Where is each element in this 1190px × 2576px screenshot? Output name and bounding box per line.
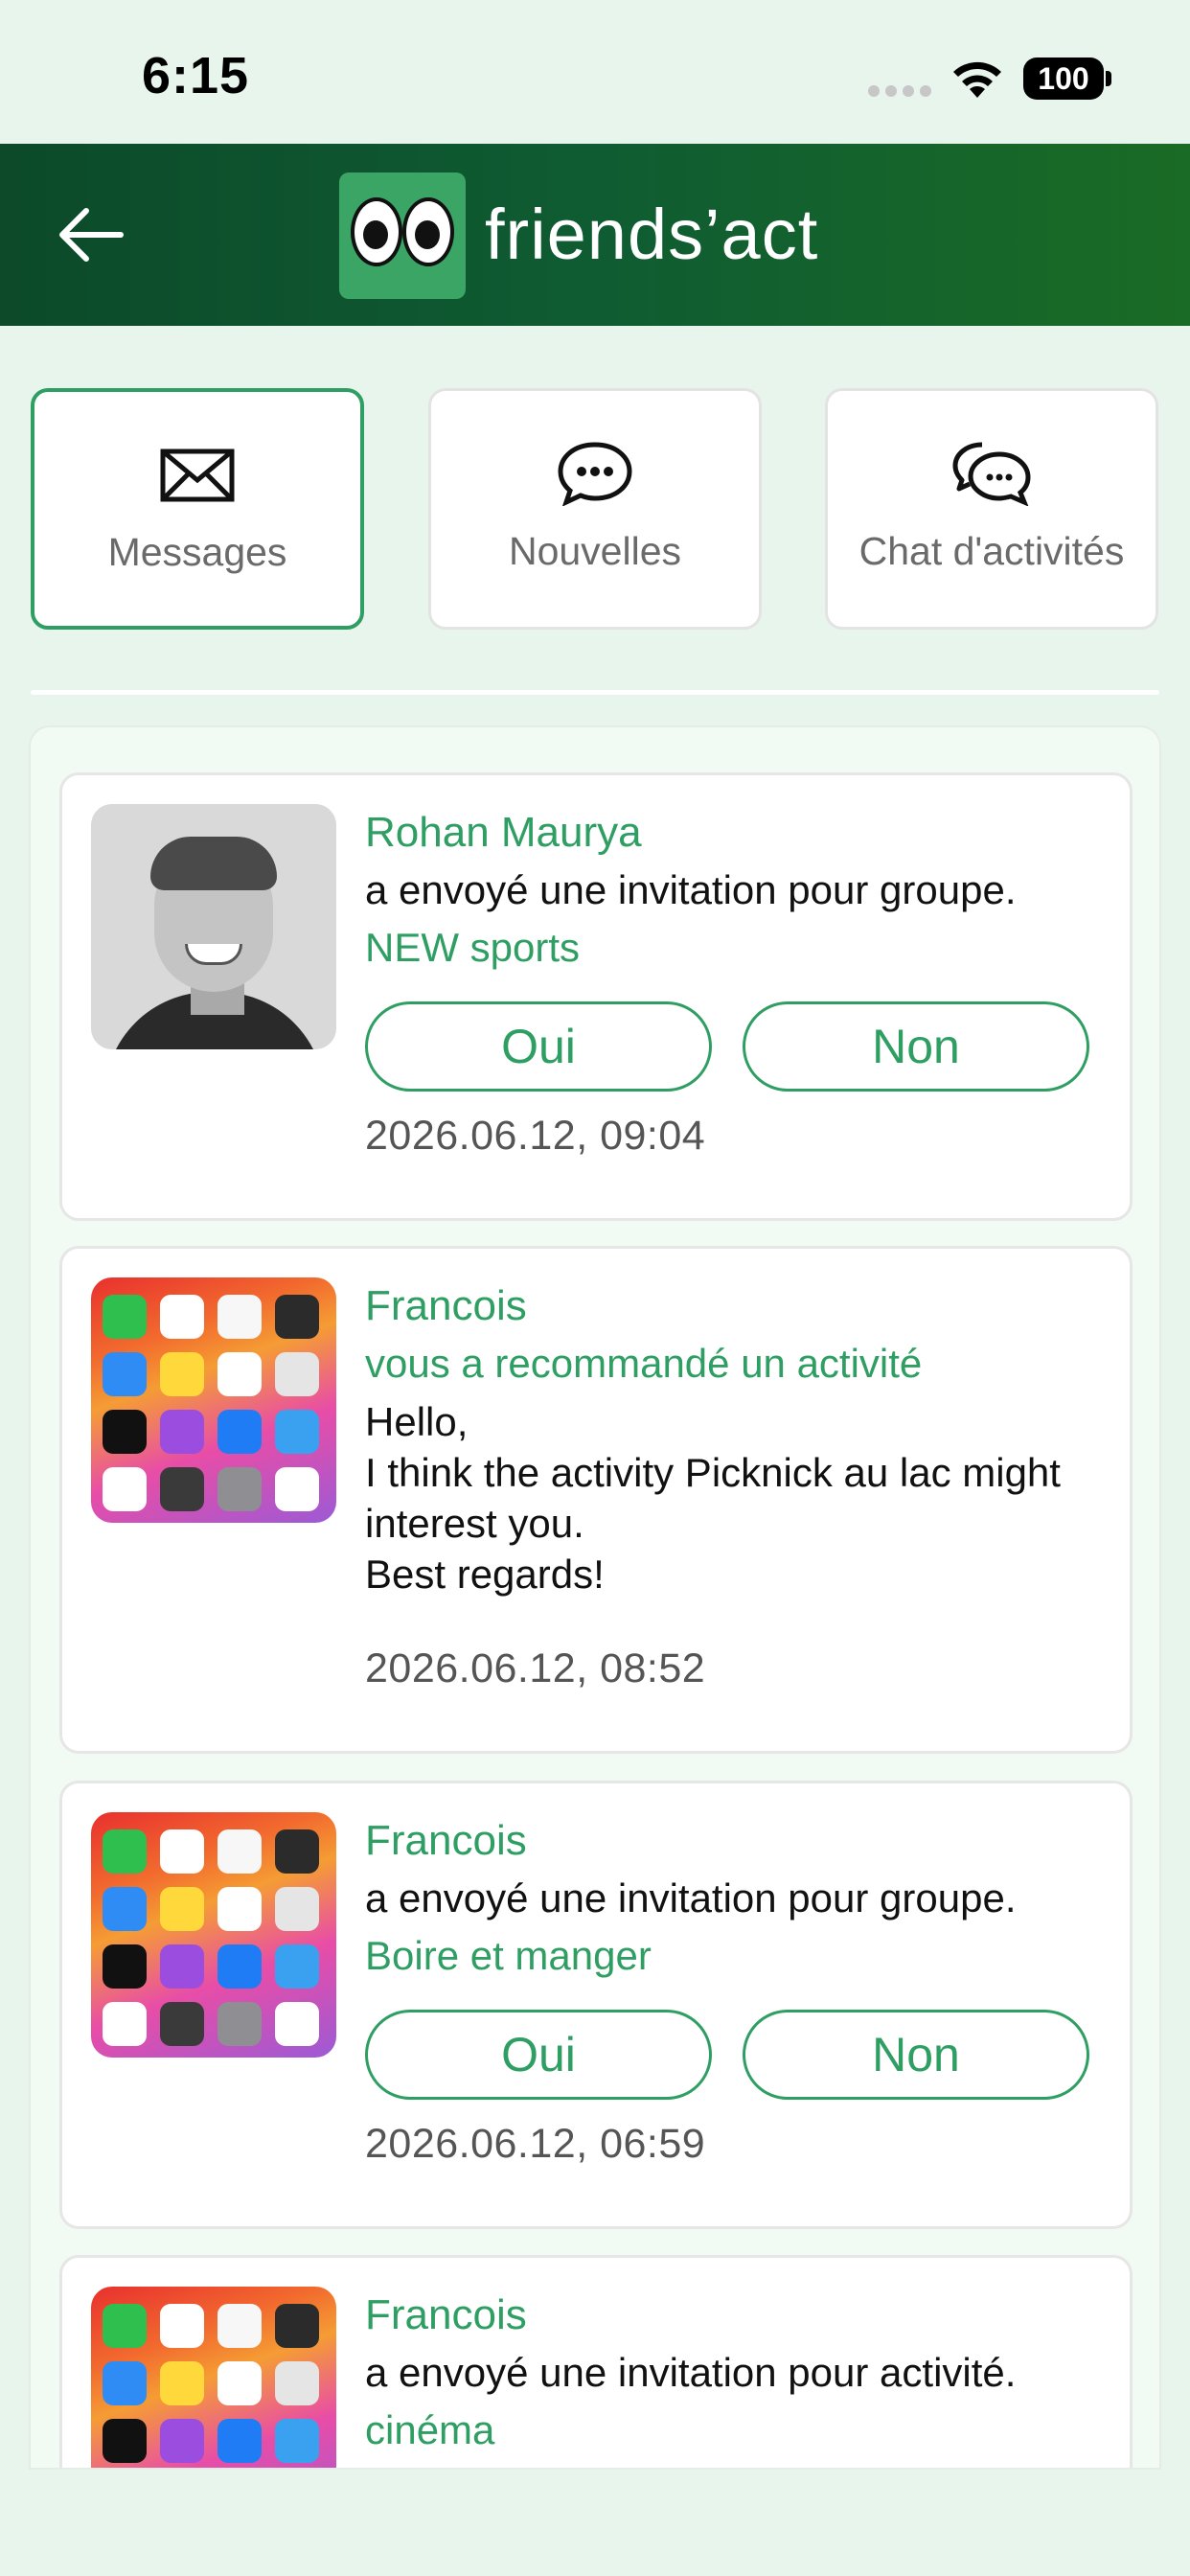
message-card[interactable]: Francois a envoyé une invitation pour gr… xyxy=(59,1781,1133,2229)
app-icon-thumbnail xyxy=(275,1944,319,1989)
wifi-icon xyxy=(953,61,1001,98)
tab-chat-activites[interactable]: Chat d'activités xyxy=(825,388,1158,630)
logo-eye-left xyxy=(351,197,402,266)
app-icon-thumbnail xyxy=(160,2002,204,2046)
app-icon-thumbnail xyxy=(103,2361,147,2405)
app-icon-thumbnail xyxy=(160,1944,204,1989)
app-icon-thumbnail xyxy=(160,1829,204,1874)
app-icon-thumbnail xyxy=(160,2419,204,2463)
app-icon-thumbnail xyxy=(275,1410,319,1454)
accept-button[interactable]: Oui xyxy=(365,1001,712,1092)
decline-button[interactable]: Non xyxy=(743,1001,1089,1092)
app-icon-thumbnail xyxy=(217,1352,262,1396)
cellular-signal-icon xyxy=(868,85,933,99)
app-icon-thumbnail xyxy=(275,2304,319,2348)
app-icon-thumbnail xyxy=(103,1410,147,1454)
tab-label: Messages xyxy=(107,530,287,574)
app-icon-thumbnail xyxy=(160,1887,204,1931)
app-icon-thumbnail xyxy=(275,2361,319,2405)
app-icon-thumbnail xyxy=(217,1887,262,1931)
app-icon-thumbnail xyxy=(103,1295,147,1339)
sender-name[interactable]: Francois xyxy=(365,2287,1091,2344)
speech-bubble-icon xyxy=(558,442,632,506)
app-icon-thumbnail xyxy=(217,2304,262,2348)
app-icon-thumbnail xyxy=(103,1467,147,1511)
invitation-target[interactable]: NEW sports xyxy=(365,919,1091,977)
logo-eye-right xyxy=(402,197,454,266)
app-icon-thumbnail xyxy=(217,2002,262,2046)
battery-icon: 100 xyxy=(1023,58,1111,100)
app-icon-thumbnail xyxy=(160,1467,204,1511)
message-card[interactable]: Francois vous a recommandé un activité H… xyxy=(59,1246,1133,1754)
app-header: friends’act xyxy=(0,144,1190,326)
app-icon-thumbnail xyxy=(103,2419,147,2463)
app-icon-thumbnail xyxy=(275,1467,319,1511)
tab-label: Nouvelles xyxy=(508,529,682,573)
sender-name[interactable]: Francois xyxy=(365,1277,1091,1335)
decline-button[interactable]: Non xyxy=(743,2010,1089,2100)
app-icon-thumbnail xyxy=(103,2002,147,2046)
message-card[interactable]: Francois a envoyé une invitation pour ac… xyxy=(59,2255,1133,2468)
accept-button[interactable]: Oui xyxy=(365,2010,712,2100)
app-icon-thumbnail xyxy=(103,1352,147,1396)
app-icon-thumbnail xyxy=(275,1352,319,1396)
app-icon-thumbnail xyxy=(275,2419,319,2463)
app-icon-thumbnail xyxy=(103,2304,147,2348)
app-icon-thumbnail xyxy=(217,2419,262,2463)
app-icon-thumbnail xyxy=(275,1295,319,1339)
app-icon-thumbnail xyxy=(103,1829,147,1874)
message-action: a envoyé une invitation pour groupe. xyxy=(365,867,1017,912)
app-icon-thumbnail xyxy=(217,2361,262,2405)
tab-label: Chat d'activités xyxy=(858,529,1125,573)
sender-name[interactable]: Rohan Maurya xyxy=(365,804,1091,862)
app-icon-thumbnail xyxy=(160,2361,204,2405)
app-icon-thumbnail xyxy=(217,1410,262,1454)
app-logo xyxy=(339,172,466,299)
app-icon-thumbnail xyxy=(275,2002,319,2046)
avatar[interactable] xyxy=(91,2287,336,2468)
avatar[interactable] xyxy=(91,1812,336,2058)
invitation-target[interactable]: Boire et manger xyxy=(365,1927,1091,1985)
tab-nouvelles[interactable]: Nouvelles xyxy=(428,388,762,630)
status-time: 6:15 xyxy=(142,47,250,104)
message-body: Hello, I think the activity Picknick au … xyxy=(365,1399,1061,1597)
app-icon-thumbnail xyxy=(275,1829,319,1874)
app-icon-thumbnail xyxy=(160,1410,204,1454)
chat-bubbles-icon xyxy=(952,442,1031,506)
app-title: friends’act xyxy=(485,195,819,274)
tab-messages[interactable]: Messages xyxy=(31,388,364,630)
invitation-target[interactable]: cinéma xyxy=(365,2402,1091,2459)
app-icon-thumbnail xyxy=(160,1295,204,1339)
timestamp: 2026.06.12, 06:59 xyxy=(365,2121,706,2167)
app-icon-thumbnail xyxy=(217,1467,262,1511)
app-icon-thumbnail xyxy=(217,1829,262,1874)
app-icon-thumbnail xyxy=(103,1944,147,1989)
app-icon-thumbnail xyxy=(217,1944,262,1989)
app-icon-thumbnail xyxy=(217,1295,262,1339)
divider xyxy=(31,690,1159,695)
envelope-icon xyxy=(160,448,235,502)
battery-level: 100 xyxy=(1023,58,1104,100)
message-action: a envoyé une invitation pour activité. xyxy=(365,2350,1017,2395)
messages-list[interactable]: Rohan Maurya a envoyé une invitation pou… xyxy=(29,725,1161,2470)
message-subtitle: vous a recommandé un activité xyxy=(365,1341,923,1386)
app-icon-thumbnail xyxy=(160,1352,204,1396)
timestamp: 2026.06.12, 09:04 xyxy=(365,1113,706,1159)
status-bar: 6:15 100 xyxy=(0,0,1190,144)
timestamp: 2026.06.12, 08:52 xyxy=(365,1645,706,1691)
app-icon-thumbnail xyxy=(103,1887,147,1931)
avatar[interactable] xyxy=(91,1277,336,1523)
message-action: a envoyé une invitation pour groupe. xyxy=(365,1875,1017,1920)
back-arrow-icon[interactable] xyxy=(54,203,130,266)
app-icon-thumbnail xyxy=(160,2304,204,2348)
app-icon-thumbnail xyxy=(275,1887,319,1931)
message-card[interactable]: Rohan Maurya a envoyé une invitation pou… xyxy=(59,772,1133,1221)
sender-name[interactable]: Francois xyxy=(365,1812,1091,1870)
avatar[interactable] xyxy=(91,804,336,1049)
